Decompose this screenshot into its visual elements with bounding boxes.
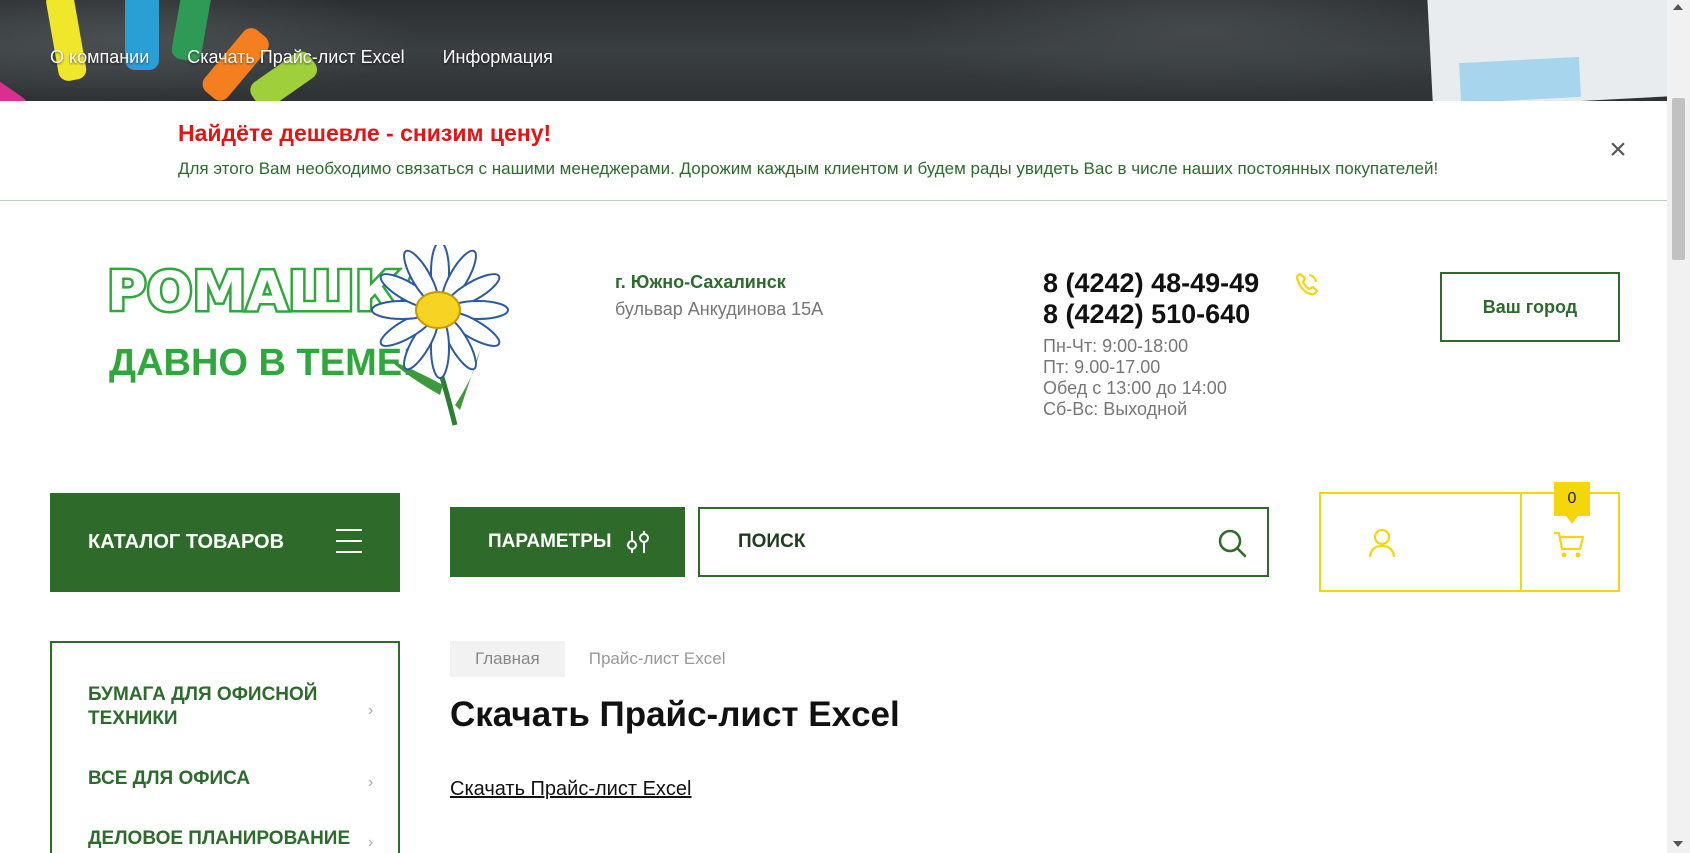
page-scrollbar[interactable] [1667,0,1690,853]
parameters-button[interactable]: ПАРАМЕТРЫ [450,507,685,577]
scrollbar-thumb[interactable] [1672,98,1685,260]
sidebar-item-label: БУМАГА ДЛЯ ОФИСНОЙ ТЕХНИКИ [88,684,318,729]
promo-title: Найдёте дешевле - снизим цену! [178,120,552,146]
sidebar-item-label: ВСЕ ДЛЯ ОФИСА [88,768,251,789]
store-address: г. Южно-Сахалинск бульвар Анкудинова 15А [615,272,823,320]
phone-icon[interactable] [1293,270,1321,298]
search-input[interactable] [700,509,1200,575]
scroll-down-arrow-icon[interactable] [1673,841,1683,847]
contacts-block: 8 (4242) 48-49-49 8 (4242) 510-640 Пн-Чт… [1043,268,1319,420]
scroll-up-arrow-icon[interactable] [1673,4,1683,10]
cart-count-badge: 0 [1554,482,1590,524]
sidebar-item-label: ДЕЛОВОЕ ПЛАНИРОВАНИЕ [88,828,351,849]
parameters-button-label: ПАРАМЕТРЫ [488,531,612,552]
site-logo[interactable]: РОМАШКА ДАВНО В ТЕМЕ! [105,241,525,435]
account-button[interactable] [1319,492,1521,592]
catalog-button-label: КАТАЛОГ ТОВАРОВ [88,531,285,553]
breadcrumb-home[interactable]: Главная [450,641,565,677]
nav-link-about[interactable]: О компании [50,47,149,68]
promo-text: Для этого Вам необходимо связаться с наш… [178,159,1439,178]
promo-banner: Найдёте дешевле - снизим цену! Для этого… [0,101,1667,201]
filter-icon [627,531,649,553]
search-icon[interactable] [1217,528,1247,558]
top-banner: О компании Скачать Прайс-лист Excel Инфо… [0,0,1690,101]
user-icon [1368,528,1396,558]
catalog-button[interactable]: КАТАЛОГ ТОВАРОВ [50,493,400,592]
sidebar-item-office-paper[interactable]: БУМАГА ДЛЯ ОФИСНОЙ ТЕХНИКИ › [88,683,373,731]
address-city: г. Южно-Сахалинск [615,272,786,292]
chevron-right-icon: › [368,774,374,791]
menu-icon [336,529,362,553]
phone-number-2[interactable]: 8 (4242) 510-640 [1043,299,1259,330]
chevron-right-icon: › [368,702,374,719]
notebook-decoration [1459,56,1581,101]
page-title: Скачать Прайс-лист Excel [450,695,900,734]
close-icon[interactable]: × [1605,135,1631,165]
top-navigation: О компании Скачать Прайс-лист Excel Инфо… [50,47,553,68]
search-bar [698,507,1269,577]
sidebar-item-office-supplies[interactable]: ВСЕ ДЛЯ ОФИСА › [88,767,373,791]
logo-slogan: ДАВНО В ТЕМЕ! [109,342,415,384]
breadcrumb-current: Прайс-лист Excel [588,649,726,668]
cart-button[interactable]: 0 [1520,482,1620,592]
chevron-right-icon: › [368,834,374,851]
chalkboard-texture [900,0,1500,101]
hours-line: Пн-Чт: 9:00-18:00 [1043,336,1189,356]
cart-icon [1554,531,1585,558]
address-street: бульвар Анкудинова 15А [615,299,824,319]
nav-link-price-list[interactable]: Скачать Прайс-лист Excel [187,47,404,68]
sidebar-item-business-planning[interactable]: ДЕЛОВОЕ ПЛАНИРОВАНИЕ › [88,827,373,851]
select-city-button[interactable]: Ваш город [1440,272,1620,342]
hours-line: Обед с 13:00 до 14:00 [1043,378,1227,398]
download-price-list-link[interactable]: Скачать Прайс-лист Excel [450,778,691,801]
hours-line: Пт: 9.00-17.00 [1043,357,1161,377]
work-hours: Пн-Чт: 9:00-18:00 Пт: 9.00-17.00 Обед с … [1043,336,1259,420]
catalog-sidebar: БУМАГА ДЛЯ ОФИСНОЙ ТЕХНИКИ › ВСЕ ДЛЯ ОФИ… [50,641,400,853]
breadcrumb: Главная Прайс-лист Excel [450,641,726,677]
logo-image: РОМАШКА ДАВНО В ТЕМЕ! [105,241,509,426]
hours-line: Сб-Вс: Выходной [1043,399,1188,419]
nav-link-info[interactable]: Информация [443,47,553,68]
phone-number-1[interactable]: 8 (4242) 48-49-49 [1043,268,1259,299]
